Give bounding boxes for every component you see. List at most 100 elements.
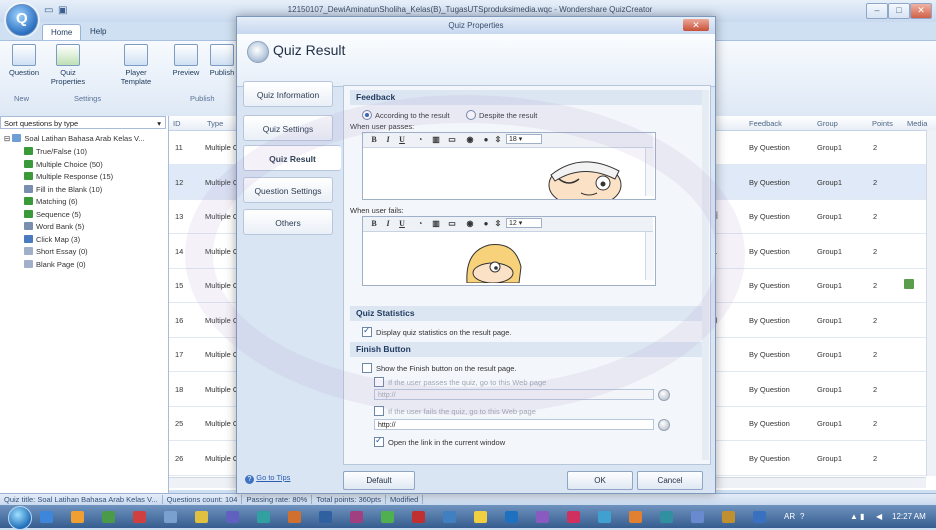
tree-item[interactable]: True/False (10) bbox=[24, 146, 87, 158]
fail-feedback-editor[interactable]: B I U ◔ ▥ ▭ ◉ ● ⇳ 12 ▾ bbox=[362, 216, 656, 286]
record-icon[interactable]: ● bbox=[481, 134, 491, 145]
app-menu-button[interactable]: Q bbox=[6, 4, 38, 36]
fail-font-size-select[interactable]: 12 ▾ bbox=[506, 218, 542, 228]
taskbar-app-icon[interactable] bbox=[164, 511, 177, 523]
checkbox[interactable] bbox=[362, 363, 372, 373]
taskbar-app-icon[interactable] bbox=[319, 511, 332, 523]
player-template-button[interactable]: Player Template bbox=[114, 44, 158, 86]
checkbox[interactable] bbox=[374, 406, 384, 416]
fail-editor-scrollbar[interactable] bbox=[645, 232, 654, 280]
flash-icon[interactable]: ▭ bbox=[447, 134, 457, 145]
italic-button[interactable]: I bbox=[383, 134, 393, 145]
nav-quiz-settings[interactable]: Quiz Settings bbox=[243, 115, 333, 141]
taskbar-app-icon[interactable] bbox=[660, 511, 673, 523]
radio-according[interactable]: According to the result bbox=[362, 110, 450, 120]
start-button[interactable] bbox=[8, 506, 32, 530]
quick-access-icon[interactable]: ▣ bbox=[58, 5, 67, 16]
taskbar-app-icon[interactable] bbox=[722, 511, 735, 523]
taskbar-app-icon[interactable] bbox=[71, 511, 84, 523]
image-icon[interactable]: ▥ bbox=[431, 134, 441, 145]
vertical-scrollbar[interactable] bbox=[926, 130, 936, 476]
record-icon[interactable]: ● bbox=[481, 218, 491, 229]
font-color-icon[interactable]: ◔ bbox=[415, 134, 425, 145]
checkbox[interactable] bbox=[374, 435, 384, 447]
pass-editor-scrollbar[interactable] bbox=[645, 148, 654, 196]
font-color-icon[interactable]: ◔ bbox=[415, 218, 425, 229]
clock[interactable]: 12:27 AM bbox=[892, 512, 926, 521]
tips-link[interactable]: ? Go to Tips bbox=[245, 473, 290, 484]
radio-button[interactable] bbox=[466, 110, 476, 120]
sound-icon[interactable]: ◉ bbox=[465, 218, 475, 229]
taskbar-app-icon[interactable] bbox=[567, 511, 580, 523]
default-button[interactable]: Default bbox=[343, 471, 415, 490]
tree-root[interactable]: ⊟ Soal Latihan Bahasa Arab Kelas V... bbox=[4, 133, 145, 145]
column-points[interactable]: Points bbox=[872, 119, 893, 128]
taskbar-app-icon[interactable] bbox=[474, 511, 487, 523]
maximize-button[interactable]: □ bbox=[888, 3, 910, 19]
taskbar-app-icon[interactable] bbox=[102, 511, 115, 523]
tree-item[interactable]: Fill in the Blank (10) bbox=[24, 184, 102, 196]
radio-button[interactable] bbox=[362, 110, 372, 120]
tree-item[interactable]: Click Map (3) bbox=[24, 234, 80, 246]
pass-font-size-select[interactable]: 18 ▾ bbox=[506, 134, 542, 144]
underline-button[interactable]: U bbox=[397, 134, 407, 145]
taskbar-app-icon[interactable] bbox=[40, 511, 53, 523]
pass-url-checkbox[interactable]: If the user passes the quiz, go to this … bbox=[374, 377, 546, 387]
close-button[interactable]: ✕ bbox=[910, 3, 932, 19]
fail-url-checkbox[interactable]: If the user fails the quiz, go to this W… bbox=[374, 406, 536, 416]
taskbar-app-icon[interactable] bbox=[381, 511, 394, 523]
pass-url-input[interactable]: http:// bbox=[374, 389, 654, 400]
nav-question-settings[interactable]: Question Settings bbox=[243, 177, 333, 203]
taskbar-app-icon[interactable] bbox=[288, 511, 301, 523]
taskbar-app-icon[interactable] bbox=[443, 511, 456, 523]
taskbar-app-icon[interactable] bbox=[257, 511, 270, 523]
taskbar-app-icon[interactable] bbox=[226, 511, 239, 523]
tab-help[interactable]: Help bbox=[82, 24, 114, 39]
taskbar-app-icon[interactable] bbox=[350, 511, 363, 523]
minimize-button[interactable]: – bbox=[866, 3, 888, 19]
cancel-button[interactable]: Cancel bbox=[637, 471, 703, 490]
bold-button[interactable]: B bbox=[369, 134, 379, 145]
fail-url-input[interactable]: http:// bbox=[374, 419, 654, 430]
column-media[interactable]: Media bbox=[907, 119, 927, 128]
taskbar-app-icon[interactable] bbox=[412, 511, 425, 523]
sort-dropdown[interactable]: Sort questions by type ▾ bbox=[0, 116, 166, 129]
column-type[interactable]: Type bbox=[207, 119, 223, 128]
pass-feedback-editor[interactable]: B I U ◔ ▥ ▭ ◉ ● ⇳ 18 ▾ bbox=[362, 132, 656, 200]
column-id[interactable]: ID bbox=[173, 119, 181, 128]
taskbar-app-icon[interactable] bbox=[505, 511, 518, 523]
checkbox[interactable] bbox=[362, 325, 372, 337]
nav-quiz-result[interactable]: Quiz Result bbox=[243, 145, 341, 171]
help-tray-icon[interactable]: ? bbox=[800, 512, 804, 521]
question-button[interactable]: Question bbox=[2, 44, 46, 77]
browse-pass-url-icon[interactable] bbox=[658, 389, 670, 401]
language-indicator[interactable]: AR bbox=[784, 512, 795, 521]
image-icon[interactable]: ▥ bbox=[431, 218, 441, 229]
open-current-window-checkbox[interactable]: Open the link in the current window bbox=[374, 435, 505, 447]
tree-item[interactable]: Sequence (5) bbox=[24, 209, 81, 221]
taskbar-app-icon[interactable] bbox=[133, 511, 146, 523]
tree-item[interactable]: Word Bank (5) bbox=[24, 221, 84, 233]
tab-home[interactable]: Home bbox=[42, 24, 82, 40]
flash-icon[interactable]: ▭ bbox=[447, 218, 457, 229]
radio-despite[interactable]: Despite the result bbox=[466, 110, 537, 120]
bold-button[interactable]: B bbox=[369, 218, 379, 229]
sound-icon[interactable]: ◉ bbox=[465, 134, 475, 145]
save-icon[interactable]: ▭ bbox=[44, 5, 53, 16]
underline-button[interactable]: U bbox=[397, 218, 407, 229]
column-feedback[interactable]: Feedback bbox=[749, 119, 782, 128]
show-finish-checkbox[interactable]: Show the Finish button on the result pag… bbox=[362, 363, 517, 373]
tree-item[interactable]: Blank Page (0) bbox=[24, 259, 86, 271]
taskbar-app-icon[interactable] bbox=[536, 511, 549, 523]
checkbox[interactable] bbox=[374, 377, 384, 387]
volume-icon[interactable]: ◀ bbox=[876, 512, 882, 521]
nav-quiz-information[interactable]: Quiz Information bbox=[243, 81, 333, 107]
tree-item[interactable]: Multiple Choice (50) bbox=[24, 159, 103, 171]
taskbar-app-icon[interactable] bbox=[195, 511, 208, 523]
nav-others[interactable]: Others bbox=[243, 209, 333, 235]
taskbar-app-icon[interactable] bbox=[753, 511, 766, 523]
display-statistics-checkbox[interactable]: Display quiz statistics on the result pa… bbox=[362, 325, 511, 337]
dialog-close-button[interactable]: ✕ bbox=[683, 19, 709, 31]
italic-button[interactable]: I bbox=[383, 218, 393, 229]
network-icon[interactable]: ▲ ▮ bbox=[850, 512, 865, 521]
